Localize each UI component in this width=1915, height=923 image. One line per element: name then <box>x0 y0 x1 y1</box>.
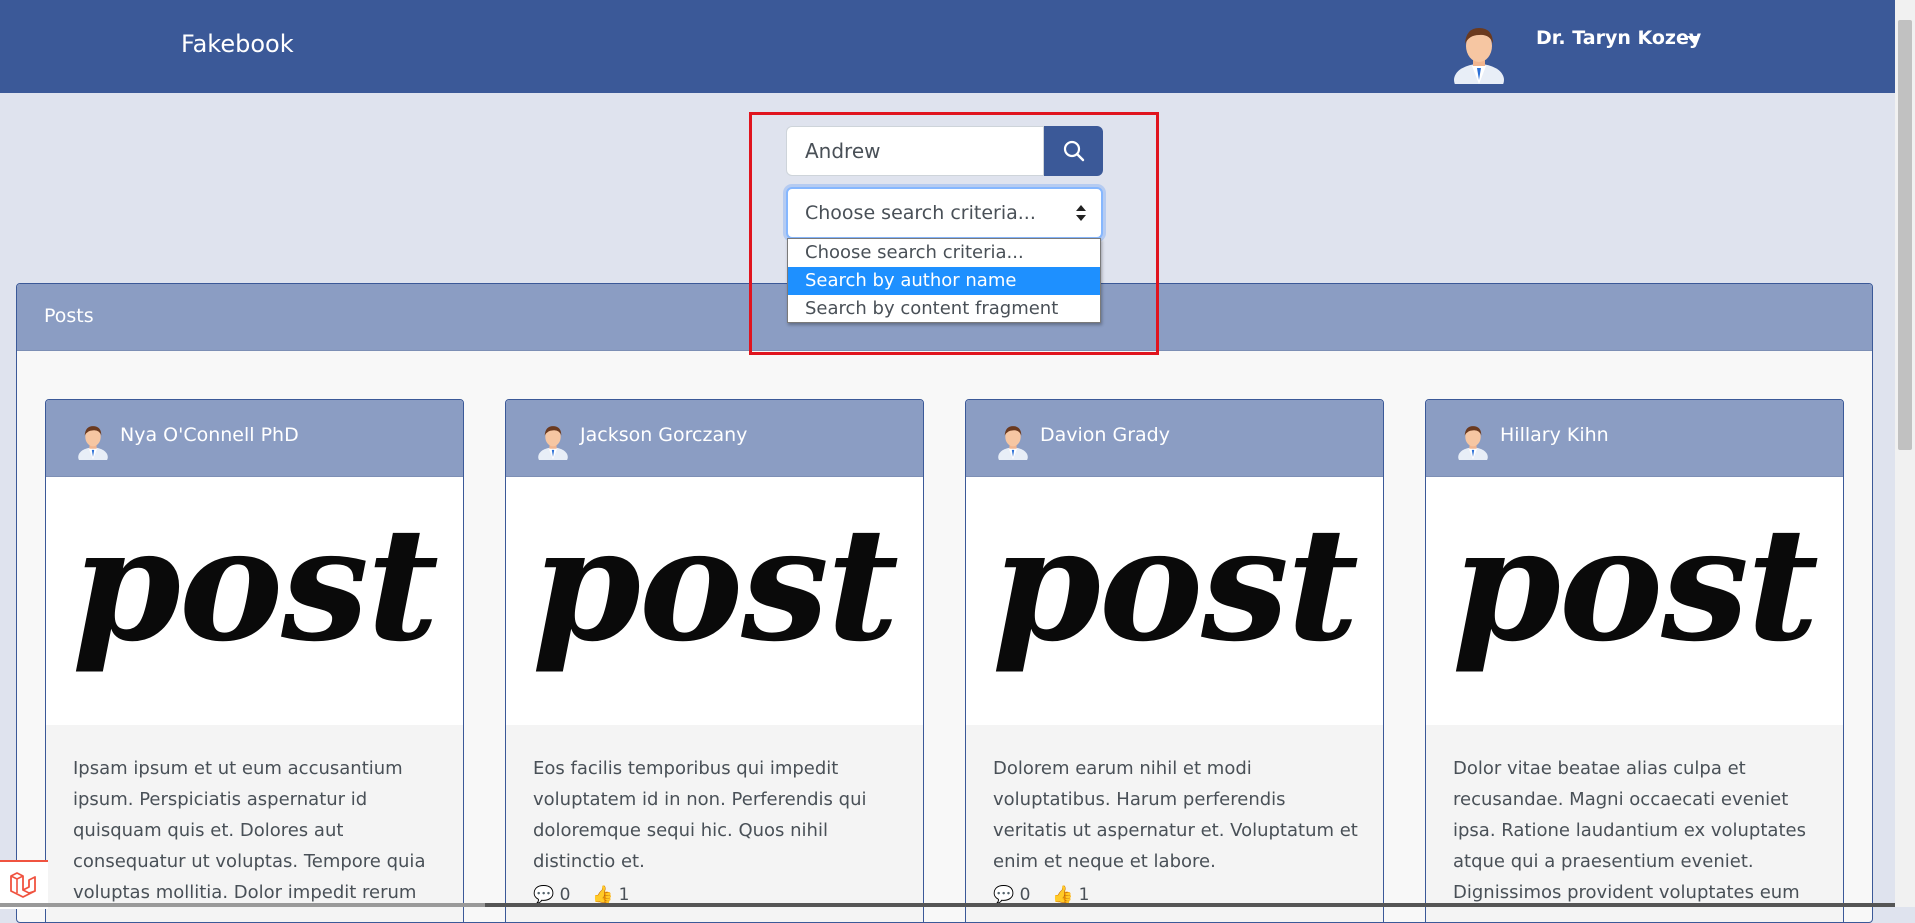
post-card-header: Hillary Kihn <box>1426 400 1843 477</box>
laravel-logo-icon <box>10 872 36 898</box>
post-body: Eos facilis temporibus qui impedit volup… <box>506 725 923 922</box>
post-card-header: Jackson Gorczany <box>506 400 923 477</box>
post-image: post <box>966 477 1383 725</box>
user-menu-toggle[interactable]: Dr. Taryn Kozey <box>1536 27 1701 49</box>
like-count: 1 <box>1078 885 1090 905</box>
post-author[interactable]: Jackson Gorczany <box>580 424 747 446</box>
comment-icon[interactable]: 💬 <box>533 885 554 905</box>
thumbs-up-icon[interactable]: 👍 <box>592 885 613 905</box>
post-stats: 💬 0 👍 1 <box>533 885 629 905</box>
laravel-debug-button[interactable] <box>0 860 48 909</box>
avatar-icon <box>998 426 1028 460</box>
post-card: Davion Grady post Dolorem earum nihil et… <box>965 399 1384 922</box>
caret-down-icon[interactable] <box>1687 36 1699 43</box>
horizontal-scrollbar-thumb[interactable] <box>485 903 1895 907</box>
post-text: Ipsam ipsum et ut eum accusantium ipsum.… <box>73 758 426 903</box>
post-body: Dolorem earum nihil et modi voluptatibus… <box>966 725 1383 922</box>
post-body: Ipsam ipsum et ut eum accusantium ipsum.… <box>46 725 463 922</box>
comment-count: 0 <box>1019 885 1031 905</box>
post-author[interactable]: Davion Grady <box>1040 424 1170 446</box>
user-avatar-icon[interactable] <box>1452 22 1506 84</box>
post-card-header: Davion Grady <box>966 400 1383 477</box>
navbar: Fakebook Dr. Taryn Kozey <box>0 0 1895 93</box>
horizontal-scrollbar-track <box>0 903 485 907</box>
post-image: post <box>1426 477 1843 725</box>
scrollbar-thumb[interactable] <box>1898 20 1912 450</box>
avatar-icon <box>1458 426 1488 460</box>
post-text: Dolorem earum nihil et modi voluptatibus… <box>993 758 1358 872</box>
like-count: 1 <box>618 885 630 905</box>
post-image: post <box>46 477 463 725</box>
post-image-text: post <box>991 493 1359 676</box>
post-image-text: post <box>1451 493 1819 676</box>
post-image-text: post <box>531 493 899 676</box>
avatar-icon <box>78 426 108 460</box>
posts-panel-title: Posts <box>44 305 94 327</box>
avatar-icon <box>538 426 568 460</box>
comment-icon[interactable]: 💬 <box>993 885 1014 905</box>
thumbs-up-icon[interactable]: 👍 <box>1052 885 1073 905</box>
brand-logo[interactable]: Fakebook <box>181 30 294 58</box>
posts-panel: Posts Nya O'Connell PhD post Ipsam ipsum… <box>16 283 1873 923</box>
post-author[interactable]: Hillary Kihn <box>1500 424 1609 446</box>
post-text: Dolor vitae beatae alias culpa et recusa… <box>1453 758 1806 903</box>
post-stats: 💬 0 👍 1 <box>993 885 1089 905</box>
post-card-header: Nya O'Connell PhD <box>46 400 463 477</box>
post-text: Eos facilis temporibus qui impedit volup… <box>533 758 867 872</box>
post-card: Hillary Kihn post Dolor vitae beatae ali… <box>1425 399 1844 922</box>
post-card: Jackson Gorczany post Eos facilis tempor… <box>505 399 924 922</box>
post-image-text: post <box>71 493 439 676</box>
post-body: Dolor vitae beatae alias culpa et recusa… <box>1426 725 1843 922</box>
post-author[interactable]: Nya O'Connell PhD <box>120 424 299 446</box>
highlight-box <box>749 112 1159 355</box>
comment-count: 0 <box>559 885 571 905</box>
post-card: Nya O'Connell PhD post Ipsam ipsum et ut… <box>45 399 464 922</box>
post-image: post <box>506 477 923 725</box>
